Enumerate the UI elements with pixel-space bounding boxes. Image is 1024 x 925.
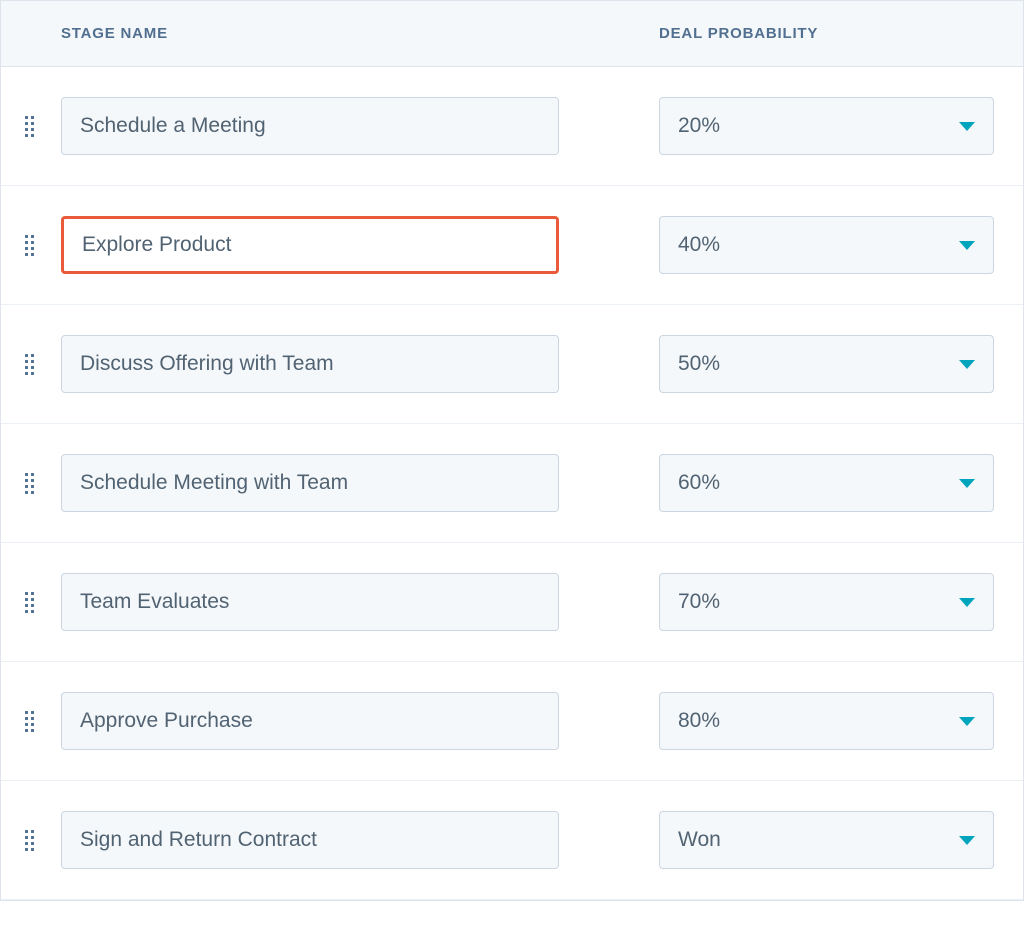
drag-handle-icon[interactable] (21, 711, 61, 732)
probability-select[interactable]: Won (659, 811, 994, 869)
table-row: 60% (1, 424, 1023, 543)
table-row: 80% (1, 662, 1023, 781)
stage-pipeline-table: STAGE NAME DEAL PROBABILITY 20% 40% 50% (0, 0, 1024, 901)
probability-select[interactable]: 40% (659, 216, 994, 274)
chevron-down-icon (959, 598, 975, 607)
stage-name-input[interactable] (61, 97, 559, 155)
chevron-down-icon (959, 479, 975, 488)
table-row: 40% (1, 186, 1023, 305)
stage-name-input[interactable] (61, 216, 559, 274)
stage-name-input[interactable] (61, 573, 559, 631)
table-row: 50% (1, 305, 1023, 424)
stage-name-input[interactable] (61, 692, 559, 750)
probability-value: 80% (678, 709, 720, 733)
table-header: STAGE NAME DEAL PROBABILITY (1, 1, 1023, 67)
stage-name-input[interactable] (61, 811, 559, 869)
probability-value: 60% (678, 471, 720, 495)
drag-handle-icon[interactable] (21, 473, 61, 494)
drag-handle-icon[interactable] (21, 830, 61, 851)
table-row: Won (1, 781, 1023, 900)
probability-value: Won (678, 828, 721, 852)
stage-name-input[interactable] (61, 454, 559, 512)
chevron-down-icon (959, 241, 975, 250)
probability-value: 20% (678, 114, 720, 138)
probability-select[interactable]: 50% (659, 335, 994, 393)
probability-select[interactable]: 70% (659, 573, 994, 631)
probability-select[interactable]: 20% (659, 97, 994, 155)
stage-name-input[interactable] (61, 335, 559, 393)
column-header-stage-name: STAGE NAME (61, 25, 659, 42)
drag-handle-icon[interactable] (21, 116, 61, 137)
probability-value: 40% (678, 233, 720, 257)
chevron-down-icon (959, 836, 975, 845)
drag-handle-icon[interactable] (21, 592, 61, 613)
chevron-down-icon (959, 360, 975, 369)
chevron-down-icon (959, 122, 975, 131)
drag-handle-icon[interactable] (21, 354, 61, 375)
table-row: 20% (1, 67, 1023, 186)
column-header-deal-probability: DEAL PROBABILITY (659, 25, 1003, 42)
probability-select[interactable]: 80% (659, 692, 994, 750)
probability-select[interactable]: 60% (659, 454, 994, 512)
chevron-down-icon (959, 717, 975, 726)
table-row: 70% (1, 543, 1023, 662)
probability-value: 70% (678, 590, 720, 614)
probability-value: 50% (678, 352, 720, 376)
drag-handle-icon[interactable] (21, 235, 61, 256)
